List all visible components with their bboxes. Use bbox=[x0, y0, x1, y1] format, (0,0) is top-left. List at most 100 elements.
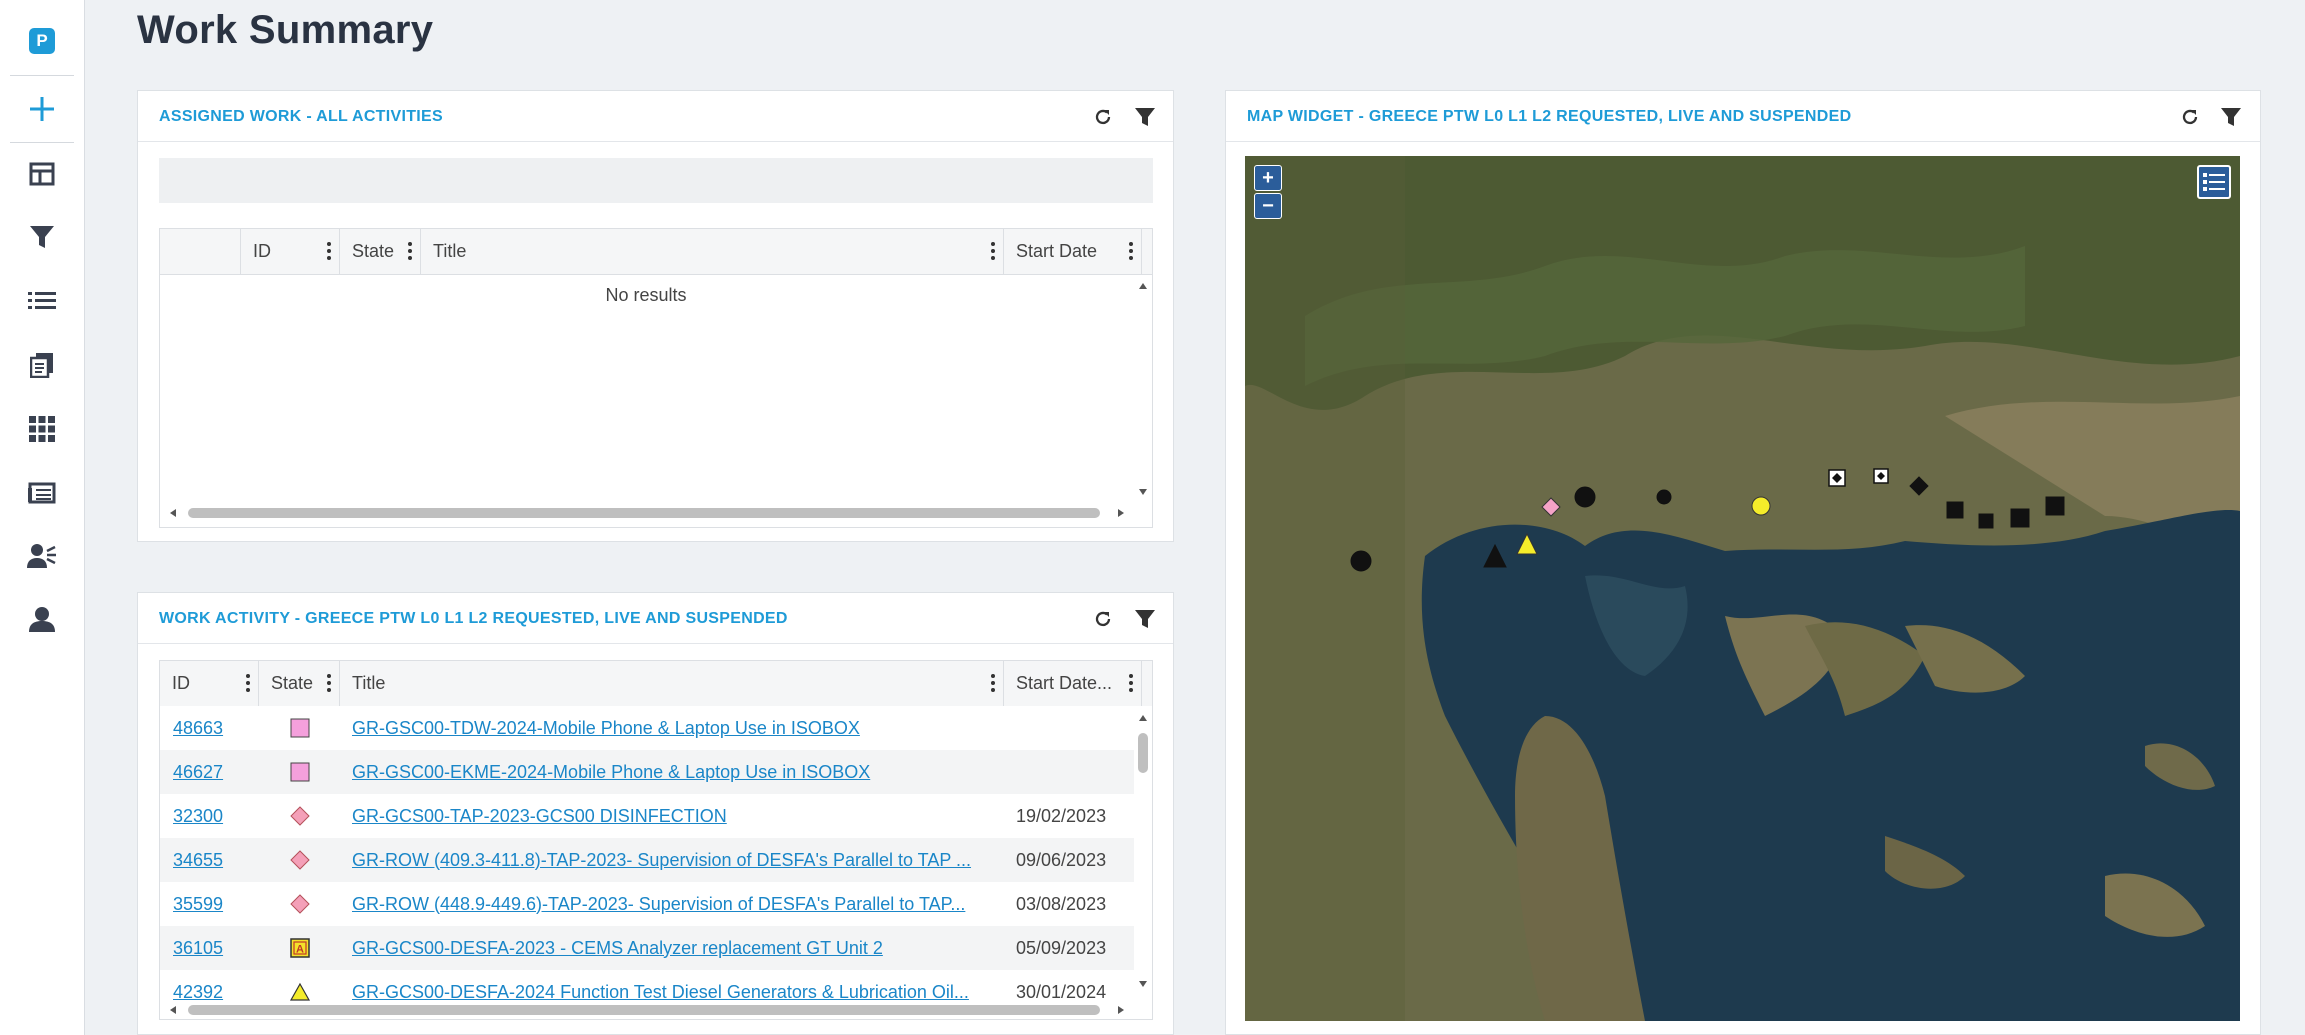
row-id-link[interactable]: 34655 bbox=[173, 838, 259, 882]
table-row[interactable]: 36105 A GR-GCS00-DESFA-2023 - CEMS Analyze… bbox=[160, 926, 1136, 970]
column-menu-icon[interactable] bbox=[991, 674, 995, 692]
sidebar-create[interactable] bbox=[0, 80, 84, 138]
column-header-start-date[interactable]: Start Date... bbox=[1004, 661, 1142, 706]
column-header-title[interactable]: Title bbox=[340, 661, 1004, 706]
row-id-link[interactable]: 36105 bbox=[173, 926, 259, 970]
sidebar-register[interactable] bbox=[0, 464, 84, 522]
sidebar-filter[interactable] bbox=[0, 208, 84, 266]
column-label: Start Date bbox=[1016, 241, 1098, 261]
assigned-work-grid: ID State Title Start Date No results bbox=[159, 228, 1153, 528]
sidebar-documents[interactable] bbox=[0, 336, 84, 394]
grid-header: ID State Title Start Date... bbox=[160, 661, 1152, 707]
column-label: State bbox=[352, 241, 395, 261]
yellow-triangle-icon bbox=[289, 982, 310, 1001]
column-menu-icon[interactable] bbox=[327, 674, 331, 692]
column-menu-icon[interactable] bbox=[408, 242, 412, 260]
logo-badge: P bbox=[29, 28, 55, 54]
horizontal-scrollbar[interactable] bbox=[160, 504, 1152, 522]
map-marker[interactable] bbox=[1350, 550, 1372, 572]
row-start-date bbox=[1016, 750, 1136, 794]
row-state: A bbox=[259, 926, 340, 970]
panel-title: MAP WIDGET - GREECE PTW L0 L1 L2 REQUEST… bbox=[1247, 108, 1852, 125]
vertical-scrollbar[interactable] bbox=[1134, 274, 1152, 504]
refresh-button[interactable] bbox=[1091, 105, 1115, 129]
row-id-link[interactable]: 46627 bbox=[173, 750, 259, 794]
vertical-scrollbar[interactable] bbox=[1134, 706, 1152, 996]
map-marker[interactable] bbox=[2010, 508, 2030, 528]
row-title-link[interactable]: GR-GCS00-DESFA-2023 - CEMS Analyzer repl… bbox=[352, 926, 992, 970]
refresh-button[interactable] bbox=[2178, 105, 2202, 129]
row-state bbox=[259, 794, 340, 838]
map-marker[interactable] bbox=[2045, 496, 2065, 516]
scroll-down-icon[interactable] bbox=[1139, 981, 1147, 987]
column-label: State bbox=[271, 673, 314, 693]
column-menu-icon[interactable] bbox=[246, 674, 250, 692]
assigned-work-panel: ASSIGNED WORK - ALL ACTIVITIES ID State … bbox=[137, 90, 1174, 542]
column-label: ID bbox=[253, 241, 271, 261]
map-marker[interactable] bbox=[1751, 496, 1771, 516]
column-header-title[interactable]: Title bbox=[421, 229, 1004, 274]
table-row[interactable]: 48663 GR-GSC00-TDW-2024-Mobile Phone & La… bbox=[160, 706, 1136, 750]
map-marker[interactable] bbox=[1516, 532, 1538, 555]
sidebar-apps[interactable] bbox=[0, 400, 84, 458]
panel-header: MAP WIDGET - GREECE PTW L0 L1 L2 REQUEST… bbox=[1226, 91, 2260, 142]
map-marker[interactable] bbox=[1828, 469, 1846, 487]
sidebar-profile[interactable] bbox=[0, 590, 84, 648]
map-canvas[interactable]: + − bbox=[1245, 156, 2240, 1021]
filter-button[interactable] bbox=[1133, 607, 1157, 631]
row-title-link[interactable]: GR-GSC00-EKME-2024-Mobile Phone & Laptop… bbox=[352, 750, 992, 794]
app-logo[interactable]: P bbox=[0, 12, 84, 70]
table-row[interactable]: 35599 GR-ROW (448.9-449.6)-TAP-2023- Supe… bbox=[160, 882, 1136, 926]
work-activity-panel: WORK ACTIVITY - GREECE PTW L0 L1 L2 REQU… bbox=[137, 592, 1174, 1035]
map-marker[interactable] bbox=[1541, 497, 1561, 517]
scroll-thumb[interactable] bbox=[1138, 733, 1148, 773]
sidebar-list[interactable] bbox=[0, 272, 84, 330]
row-id-link[interactable]: 48663 bbox=[173, 706, 259, 750]
sidebar-dashboard[interactable] bbox=[0, 145, 84, 203]
row-state bbox=[259, 838, 340, 882]
row-id-link[interactable]: 35599 bbox=[173, 882, 259, 926]
scroll-up-icon[interactable] bbox=[1139, 283, 1147, 289]
column-menu-icon[interactable] bbox=[991, 242, 995, 260]
scroll-left-icon[interactable] bbox=[170, 1006, 176, 1014]
scroll-thumb[interactable] bbox=[188, 1005, 1100, 1015]
row-title-link[interactable]: GR-GCS00-TAP-2023-GCS00 DISINFECTION bbox=[352, 794, 992, 838]
grid-toolbar bbox=[159, 158, 1153, 203]
filter-button[interactable] bbox=[2219, 105, 2243, 129]
pink-diamond-icon bbox=[289, 850, 310, 870]
refresh-button[interactable] bbox=[1091, 607, 1115, 631]
row-start-date: 09/06/2023 bbox=[1016, 849, 1107, 870]
column-header-start-date[interactable]: Start Date bbox=[1004, 229, 1142, 274]
map-marker[interactable] bbox=[1656, 489, 1672, 505]
map-marker[interactable] bbox=[1483, 543, 1507, 568]
filter-button[interactable] bbox=[1133, 105, 1157, 129]
table-row[interactable]: 46627 GR-GSC00-EKME-2024-Mobile Phone & L… bbox=[160, 750, 1136, 794]
scroll-right-icon[interactable] bbox=[1118, 1006, 1124, 1014]
column-header-id[interactable]: ID bbox=[160, 661, 259, 706]
column-header-state[interactable]: State bbox=[340, 229, 421, 274]
sidebar-contacts[interactable] bbox=[0, 527, 84, 585]
row-title-link[interactable]: GR-ROW (448.9-449.6)-TAP-2023- Supervisi… bbox=[352, 882, 992, 926]
scroll-up-icon[interactable] bbox=[1139, 715, 1147, 721]
row-id-link[interactable]: 32300 bbox=[173, 794, 259, 838]
row-start-date: 19/02/2023 bbox=[1016, 805, 1107, 826]
scroll-left-icon[interactable] bbox=[170, 509, 176, 517]
horizontal-scrollbar[interactable] bbox=[160, 1001, 1152, 1019]
column-menu-icon[interactable] bbox=[327, 242, 331, 260]
table-row[interactable]: 34655 GR-ROW (409.3-411.8)-TAP-2023- Supe… bbox=[160, 838, 1136, 882]
table-row[interactable]: 32300 GR-GCS00-TAP-2023-GCS00 DISINFECTIO… bbox=[160, 794, 1136, 838]
column-header-id[interactable]: ID bbox=[241, 229, 340, 274]
scroll-down-icon[interactable] bbox=[1139, 489, 1147, 495]
row-title-link[interactable]: GR-GSC00-TDW-2024-Mobile Phone & Laptop … bbox=[352, 706, 992, 750]
row-title-link[interactable]: GR-ROW (409.3-411.8)-TAP-2023- Supervisi… bbox=[352, 838, 992, 882]
map-marker[interactable] bbox=[1574, 486, 1596, 508]
scroll-right-icon[interactable] bbox=[1118, 509, 1124, 517]
map-marker[interactable] bbox=[1873, 468, 1889, 484]
map-marker[interactable] bbox=[1946, 501, 1964, 519]
map-marker[interactable] bbox=[1978, 513, 1994, 529]
scroll-thumb[interactable] bbox=[188, 508, 1100, 518]
map-marker[interactable] bbox=[1909, 476, 1929, 496]
column-menu-icon[interactable] bbox=[1129, 242, 1133, 260]
column-header-state[interactable]: State bbox=[259, 661, 340, 706]
column-menu-icon[interactable] bbox=[1129, 674, 1133, 692]
